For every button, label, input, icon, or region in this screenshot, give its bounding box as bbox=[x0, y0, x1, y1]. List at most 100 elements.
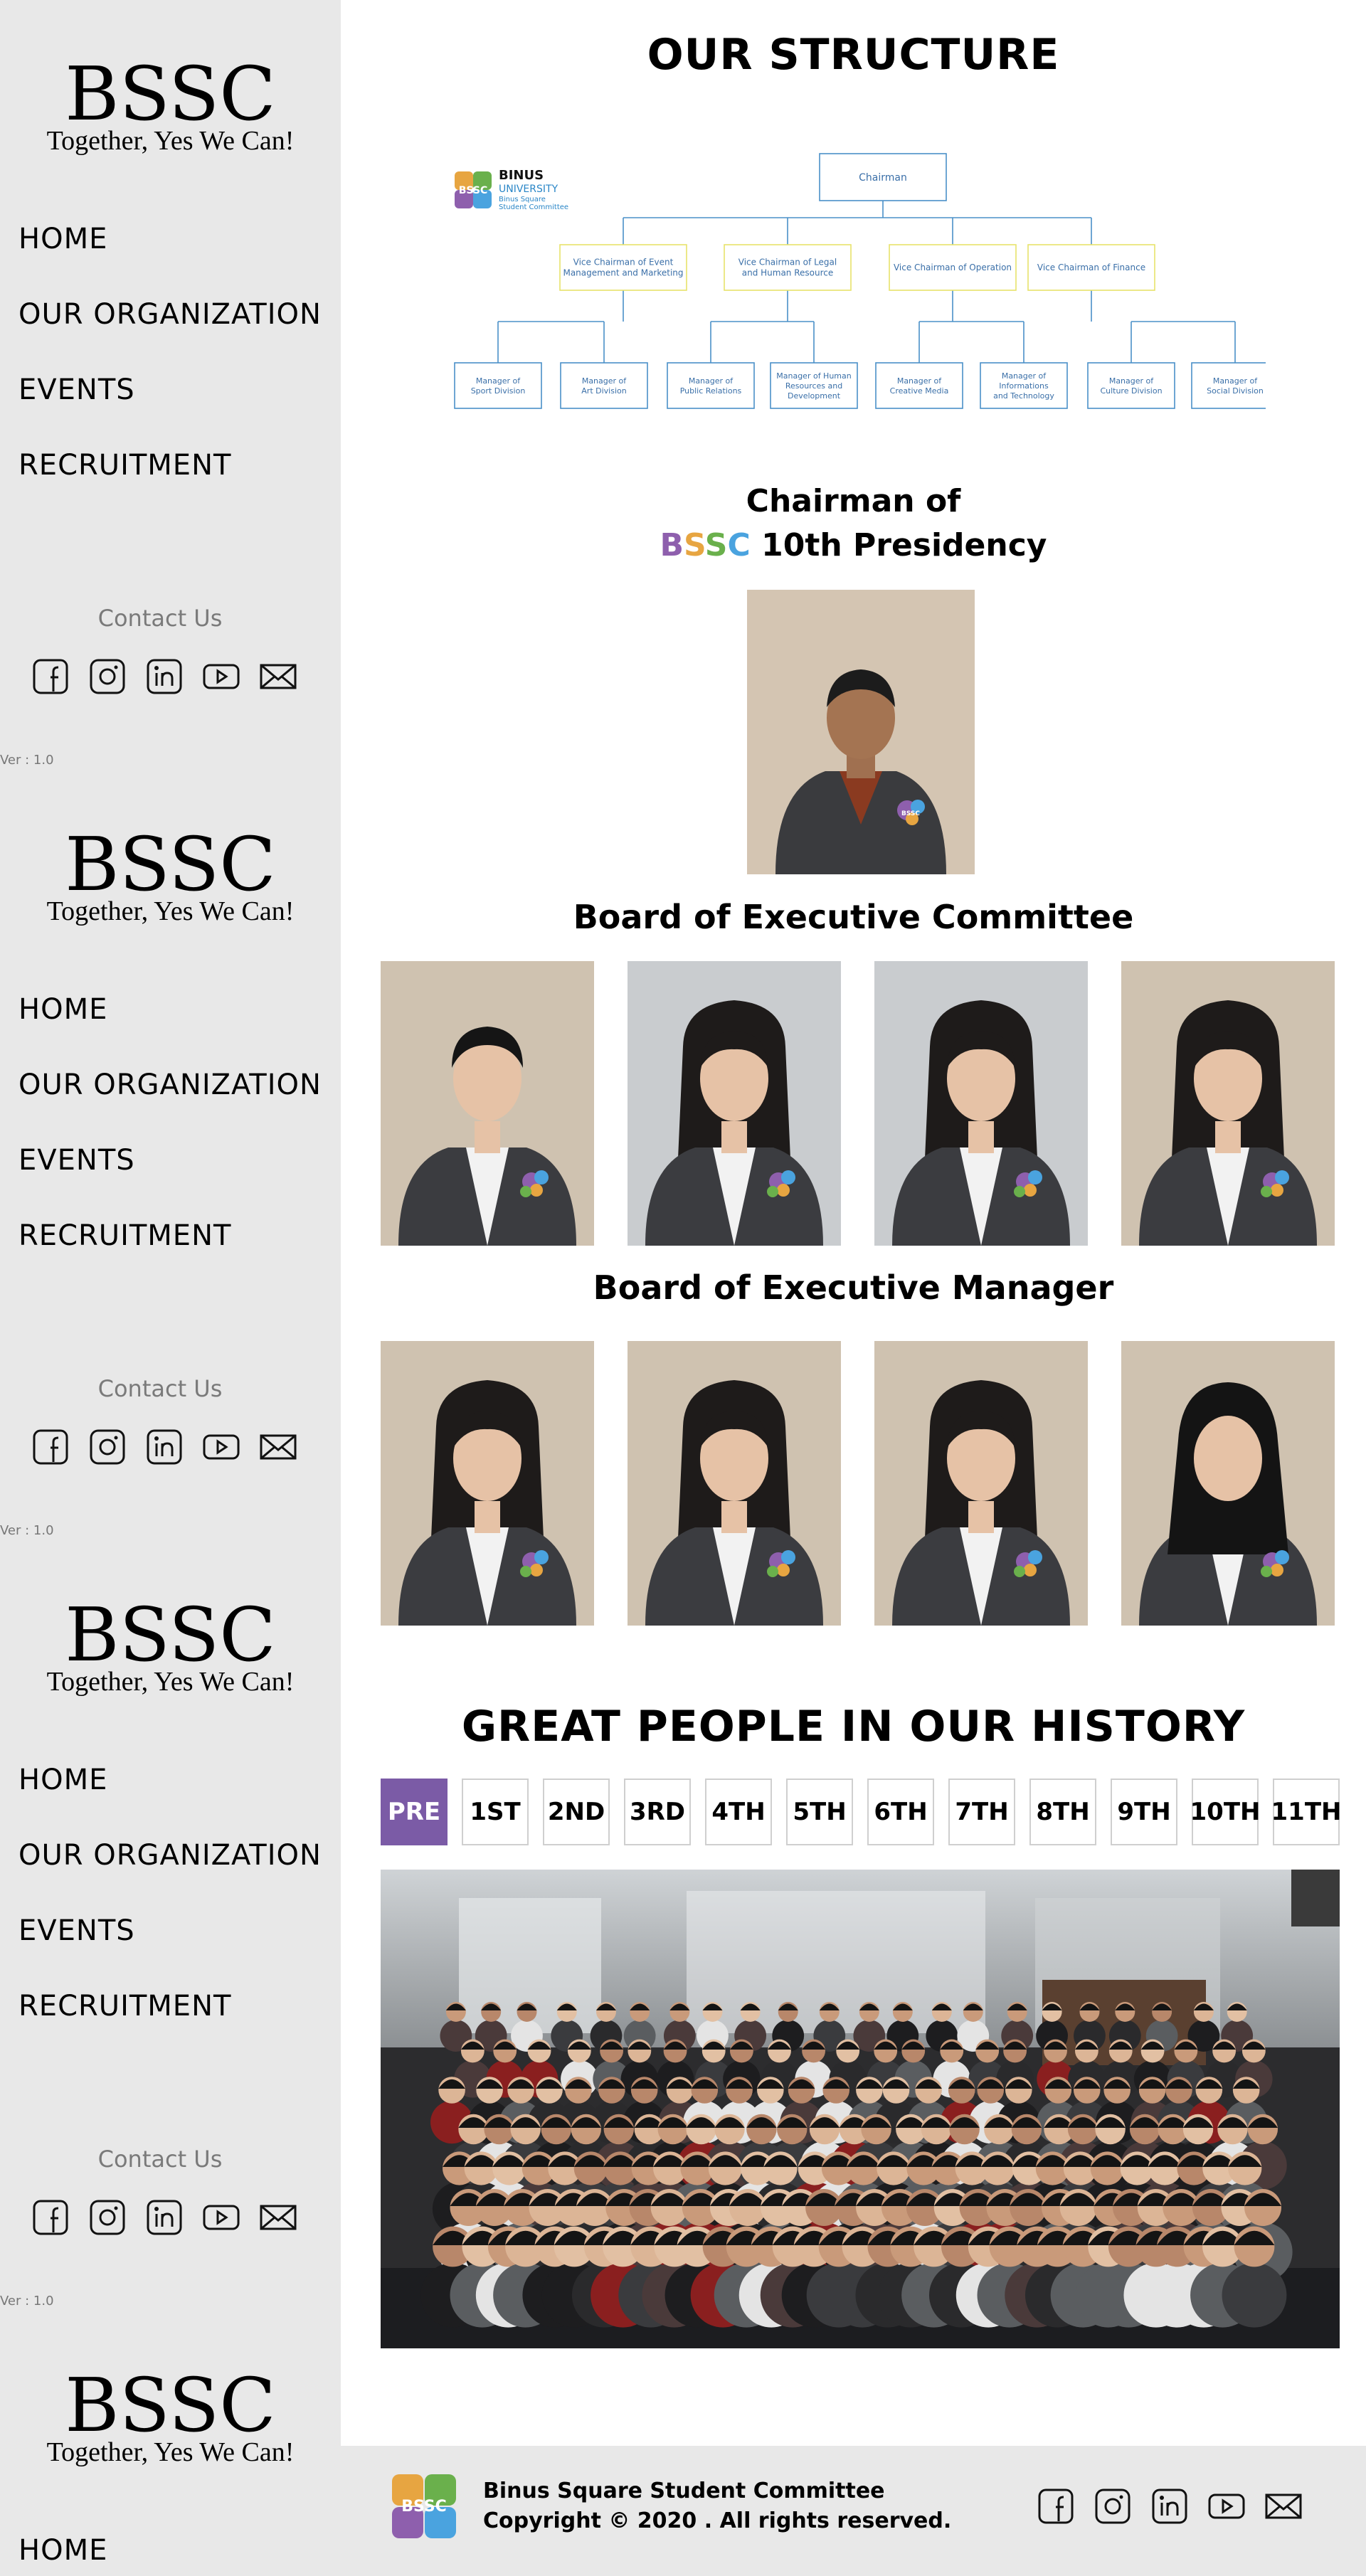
facebook-icon[interactable] bbox=[31, 2198, 70, 2237]
boec-photo-1 bbox=[381, 961, 594, 1246]
mail-icon[interactable] bbox=[259, 657, 297, 696]
org-manager-box: Manager ofCreative Media bbox=[875, 362, 963, 409]
boec-title: Board of Executive Committee bbox=[573, 898, 1134, 936]
linkedin-icon[interactable] bbox=[1150, 2487, 1189, 2525]
nav-home[interactable]: HOME bbox=[18, 1760, 322, 1835]
chairman-heading: Chairman of BSSC 10th Presidency bbox=[341, 479, 1366, 568]
sidebar-logo[interactable]: BSSC bbox=[0, 2368, 341, 2442]
history-tab-3rd[interactable]: 3RD bbox=[624, 1779, 691, 1845]
binus-logo: BSSC BINUS UNIVERSITY Binus Square Stude… bbox=[455, 168, 568, 211]
sidebar-slogan: Together, Yes We Can! bbox=[46, 2437, 295, 2467]
history-tab-8th[interactable]: 8TH bbox=[1029, 1779, 1096, 1845]
org-manager-box: Manager of HumanResources andDevelopment bbox=[770, 362, 858, 409]
sidebar: BSSC Together, Yes We Can! HOME OUR ORGA… bbox=[0, 0, 341, 772]
instagram-icon[interactable] bbox=[88, 2198, 127, 2237]
nav-events[interactable]: EVENTS bbox=[18, 1140, 322, 1216]
instagram-icon[interactable] bbox=[88, 657, 127, 696]
sidebar-logo[interactable]: BSSC bbox=[0, 1598, 341, 1672]
svg-text:Social Division: Social Division bbox=[1207, 386, 1264, 396]
svg-text:Vice Chairman of Legal: Vice Chairman of Legal bbox=[738, 258, 837, 267]
svg-text:Manager of: Manager of bbox=[1109, 376, 1154, 386]
nav-recruitment[interactable]: RECRUITMENT bbox=[18, 1986, 322, 2062]
nav-events[interactable]: EVENTS bbox=[18, 1911, 322, 1986]
youtube-icon[interactable] bbox=[202, 657, 240, 696]
boem-title: Board of Executive Manager bbox=[593, 1268, 1114, 1307]
linkedin-icon[interactable] bbox=[145, 2198, 184, 2237]
footer-social-links bbox=[1037, 2487, 1303, 2525]
nav-home[interactable]: HOME bbox=[18, 990, 322, 1065]
boem-photo-1 bbox=[381, 1341, 594, 1626]
facebook-icon[interactable] bbox=[31, 1428, 70, 1466]
facebook-icon[interactable] bbox=[1037, 2487, 1075, 2525]
sidebar-nav: HOME OUR ORGANIZATION EVENTS RECRUITMENT bbox=[18, 990, 322, 1291]
org-chart: BSSC BINUS UNIVERSITY Binus Square Stude… bbox=[454, 153, 1266, 409]
nav-recruitment[interactable]: RECRUITMENT bbox=[18, 445, 322, 521]
svg-text:and Technology: and Technology bbox=[993, 391, 1054, 401]
nav-our-organization[interactable]: OUR ORGANIZATION bbox=[18, 1835, 322, 1911]
youtube-icon[interactable] bbox=[202, 1428, 240, 1466]
nav-events[interactable]: EVENTS bbox=[18, 370, 322, 445]
history-tab-pre[interactable]: PRE bbox=[381, 1779, 448, 1845]
svg-text:Development: Development bbox=[788, 391, 841, 401]
sidebar-logo[interactable]: BSSC bbox=[0, 827, 341, 901]
svg-text:BSSC: BSSC bbox=[901, 810, 920, 817]
svg-text:Sport Division: Sport Division bbox=[471, 386, 526, 396]
svg-text:Chairman: Chairman bbox=[859, 172, 907, 184]
org-vice-chairman-box: Vice Chairman of Finance bbox=[1027, 244, 1155, 291]
linkedin-icon[interactable] bbox=[145, 1428, 184, 1466]
history-tab-11th[interactable]: 11TH bbox=[1271, 1779, 1341, 1845]
sidebar-slogan: Together, Yes We Can! bbox=[46, 126, 295, 156]
svg-text:Vice Chairman of Event: Vice Chairman of Event bbox=[573, 258, 674, 267]
svg-text:Manager of: Manager of bbox=[689, 376, 734, 386]
linkedin-icon[interactable] bbox=[145, 657, 184, 696]
nav-home[interactable]: HOME bbox=[18, 2530, 107, 2576]
svg-text:and Human Resource: and Human Resource bbox=[742, 268, 834, 278]
mail-icon[interactable] bbox=[1264, 2487, 1303, 2525]
nav-our-organization[interactable]: OUR ORGANIZATION bbox=[18, 295, 322, 370]
history-tab-6th[interactable]: 6TH bbox=[867, 1779, 934, 1845]
history-tab-9th[interactable]: 9TH bbox=[1111, 1779, 1177, 1845]
nav-recruitment[interactable]: RECRUITMENT bbox=[18, 1216, 322, 1291]
org-manager-box: Manager ofArt Division bbox=[560, 362, 648, 409]
facebook-icon[interactable] bbox=[31, 657, 70, 696]
chairman-heading-line2: BSSC 10th Presidency bbox=[660, 527, 1047, 563]
nav-home[interactable]: HOME bbox=[18, 219, 322, 295]
history-tab-4th[interactable]: 4TH bbox=[705, 1779, 772, 1845]
svg-text:Vice Chairman of Operation: Vice Chairman of Operation bbox=[894, 263, 1012, 272]
sidebar-slogan: Together, Yes We Can! bbox=[46, 896, 295, 926]
sidebar: BSSC Together, Yes We Can! HOME OUR ORGA… bbox=[0, 1541, 341, 2313]
org-manager-box: Manager ofInformationsand Technology bbox=[980, 362, 1068, 409]
sidebar: BSSC Together, Yes We Can! HOME bbox=[0, 2311, 341, 2576]
contact-us-heading: Contact Us bbox=[97, 2146, 223, 2173]
sidebar-nav: HOME OUR ORGANIZATION EVENTS RECRUITMENT bbox=[18, 219, 322, 521]
youtube-icon[interactable] bbox=[202, 2198, 240, 2237]
svg-text:Public Relations: Public Relations bbox=[680, 386, 742, 396]
version-label: Ver : 1.0 bbox=[0, 1523, 54, 1538]
boec-photo-3 bbox=[874, 961, 1088, 1246]
boec-photo-4 bbox=[1121, 961, 1335, 1246]
svg-text:Manager of Human: Manager of Human bbox=[776, 371, 852, 381]
footer-logo[interactable]: BSSC bbox=[386, 2469, 465, 2547]
history-tab-10th[interactable]: 10TH bbox=[1190, 1779, 1260, 1845]
youtube-icon[interactable] bbox=[1207, 2487, 1246, 2525]
structure-title: OUR STRUCTURE bbox=[647, 30, 1060, 80]
history-tab-7th[interactable]: 7TH bbox=[948, 1779, 1015, 1845]
org-manager-box: Manager ofSocial Division bbox=[1191, 362, 1266, 409]
sidebar-nav: HOME OUR ORGANIZATION EVENTS RECRUITMENT bbox=[18, 1760, 322, 2062]
instagram-icon[interactable] bbox=[88, 1428, 127, 1466]
history-tab-1st[interactable]: 1ST bbox=[462, 1779, 529, 1845]
nav-our-organization[interactable]: OUR ORGANIZATION bbox=[18, 1065, 322, 1140]
org-manager-box: Manager ofCulture Division bbox=[1087, 362, 1175, 409]
instagram-icon[interactable] bbox=[1094, 2487, 1132, 2525]
svg-text:Culture Division: Culture Division bbox=[1100, 386, 1162, 396]
svg-text:Manager of: Manager of bbox=[476, 376, 521, 386]
binus-logo-line4: Student Committee bbox=[499, 203, 568, 211]
contact-us-heading: Contact Us bbox=[97, 1375, 223, 1402]
mail-icon[interactable] bbox=[259, 2198, 297, 2237]
history-group-photo bbox=[381, 1870, 1340, 2348]
boem-photo-3 bbox=[874, 1341, 1088, 1626]
history-tab-5th[interactable]: 5TH bbox=[786, 1779, 853, 1845]
history-tab-2nd[interactable]: 2ND bbox=[543, 1779, 610, 1845]
sidebar-logo[interactable]: BSSC bbox=[0, 57, 341, 131]
mail-icon[interactable] bbox=[259, 1428, 297, 1466]
